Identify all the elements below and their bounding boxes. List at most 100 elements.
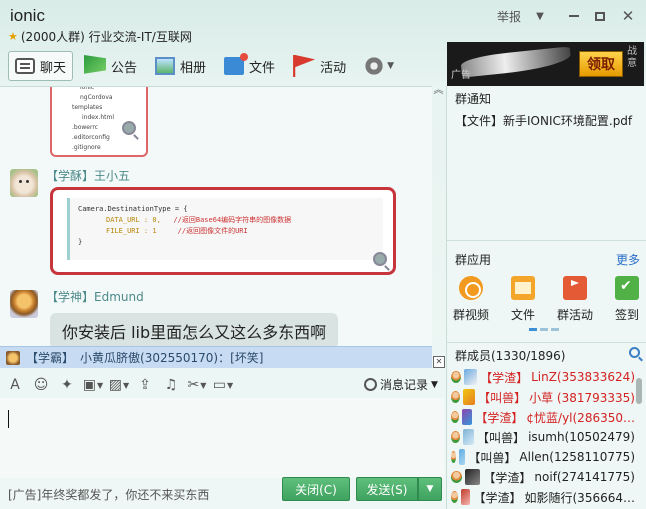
member-status-icon xyxy=(451,431,460,443)
pager-dot[interactable] xyxy=(551,328,559,331)
chat-icon xyxy=(15,58,35,74)
scrollbar-thumb[interactable] xyxy=(636,378,642,404)
ad-tag: 广告 xyxy=(451,70,471,81)
member-level: 【叫兽】 xyxy=(468,450,517,465)
member-row[interactable]: 【学渣】 noif(274141775) xyxy=(447,467,635,487)
avatar[interactable] xyxy=(10,290,38,318)
member-status-icon xyxy=(451,371,461,383)
gift-icon[interactable]: ▣ ▼ xyxy=(82,375,104,395)
sword-graphic xyxy=(460,46,572,78)
code-token: DATA_URL : 0, xyxy=(106,216,161,224)
message-bubble[interactable]: 你安装后 lib里面怎么又这么多东西啊 xyxy=(50,313,339,346)
group-description: (2000人群) 行业交流-IT/互联网 xyxy=(20,30,192,44)
member-status-icon xyxy=(451,491,459,503)
message-sender[interactable]: 【学酥】王小五 xyxy=(46,167,130,184)
app-group-video[interactable]: 群视频 xyxy=(451,276,491,323)
tab-files-label: 文件 xyxy=(249,60,276,76)
pager-dot[interactable] xyxy=(529,328,537,331)
members-section-title: 群成员(1330/1896) xyxy=(455,349,566,363)
event-flag-icon xyxy=(293,55,316,77)
avatar xyxy=(461,409,473,425)
image-icon[interactable]: ▨ ▼ xyxy=(108,375,130,395)
send-button[interactable]: 发送(S) xyxy=(356,477,418,501)
tab-notice-label: 公告 xyxy=(111,60,138,76)
magic-wand-icon[interactable]: ✦ xyxy=(56,375,78,395)
tab-album[interactable]: 相册 xyxy=(148,51,213,81)
member-status-icon xyxy=(451,411,459,423)
report-button[interactable]: 举报 xyxy=(494,6,524,26)
member-list[interactable]: 【学渣】 LinZ(353833624) 【叫兽】 小草 (381793335) 【… xyxy=(447,367,635,507)
app-label: 群活动 xyxy=(556,308,593,322)
search-icon[interactable] xyxy=(629,347,640,358)
pager-dot[interactable] xyxy=(540,328,548,331)
tab-events[interactable]: 活动 xyxy=(286,51,353,81)
avatar xyxy=(465,469,481,485)
minimize-button[interactable] xyxy=(566,6,582,26)
code-line: Camera.DestinationType = { xyxy=(78,205,188,213)
tab-chat[interactable]: 聊天 xyxy=(8,51,74,81)
member-level: 【学渣】 xyxy=(483,470,532,485)
avatar[interactable] xyxy=(10,169,38,197)
member-row[interactable]: 【学渣】 如影随行(356664… xyxy=(447,487,635,507)
close-window-button[interactable]: ✕ xyxy=(620,6,636,26)
more-icon[interactable]: ▭ ▼ xyxy=(212,375,234,395)
message-list[interactable]: ionic ngCordova templates index.html .bo… xyxy=(0,86,432,346)
member-row[interactable]: 【学渣】 LinZ(353833624) xyxy=(447,367,635,387)
member-row[interactable]: 【叫兽】 小草 (381793335) xyxy=(447,387,635,407)
sender-name: Edmund xyxy=(94,290,144,304)
apps-more-link[interactable]: 更多 xyxy=(616,251,640,268)
member-level: 【学渣】 xyxy=(473,490,522,505)
message-sender[interactable]: 【学神】Edmund xyxy=(46,288,144,305)
member-status-icon xyxy=(451,391,461,403)
close-button[interactable]: 关闭(C) xyxy=(282,477,350,501)
code-image-attachment[interactable]: Camera.DestinationType = { DATA_URL : 0,… xyxy=(50,187,396,275)
code-line: DATA_URL : 0, //返回Base64编码字符串的图像数据 xyxy=(78,215,375,226)
member-name: 小草 (381793335) xyxy=(529,390,635,405)
ad-claim-button[interactable]: 领取 xyxy=(579,51,623,77)
notice-level: 【学霸】 xyxy=(26,351,75,365)
member-level: 【叫兽】 xyxy=(478,390,527,405)
app-checkin[interactable]: 签到 xyxy=(607,276,646,323)
zoom-icon[interactable] xyxy=(373,252,387,266)
message-input[interactable] xyxy=(0,398,444,478)
font-icon[interactable]: A xyxy=(4,375,26,395)
music-icon[interactable]: ♫ xyxy=(160,375,182,395)
emoji-icon[interactable]: ☺ xyxy=(30,375,52,395)
file-tree-item: .gitignore xyxy=(72,144,101,151)
notice-close-icon[interactable]: ✕ xyxy=(433,356,445,368)
apps-pager[interactable] xyxy=(529,328,559,331)
collapse-panel-icon[interactable]: ︽ xyxy=(432,86,445,98)
history-label: 消息记录 xyxy=(380,378,429,392)
maximize-button[interactable] xyxy=(592,6,608,26)
member-name: ¢忧蓝/yl(286350… xyxy=(526,410,635,425)
settings-menu[interactable]: ▼ xyxy=(357,51,401,81)
new-message-notice[interactable]: 【学霸】 小黄瓜脐傲(302550170)：[坏笑] xyxy=(0,346,432,368)
member-name: noif(274141775) xyxy=(534,470,635,484)
bottom-advertisement[interactable]: [广告]年终奖都发了，你还不来买东西 xyxy=(8,486,209,503)
file-tree-item: templates xyxy=(72,104,103,111)
image-attachment[interactable]: ionic ngCordova templates index.html .bo… xyxy=(50,87,148,157)
app-group-events[interactable]: 群活动 xyxy=(555,276,595,323)
zoom-icon[interactable] xyxy=(122,121,136,135)
minimize-icon xyxy=(569,15,579,17)
top-advertisement[interactable]: 广告 领取 战意 xyxy=(447,42,644,86)
tab-notice[interactable]: 公告 xyxy=(77,51,144,81)
group-toolbar: 聊天 公告 相册 文件 活动 ▼ xyxy=(8,50,405,82)
scissors-icon[interactable]: ✂ ▼ xyxy=(186,375,208,395)
tab-files[interactable]: 文件 xyxy=(217,51,282,81)
member-row[interactable]: 【学渣】 ¢忧蓝/yl(286350… xyxy=(447,407,635,427)
code-line: FILE_URI : 1 //返回图像文件的URI xyxy=(78,226,375,237)
member-level: 【叫兽】 xyxy=(477,430,526,445)
menu-dropdown-icon[interactable]: ▼ xyxy=(532,6,548,26)
member-row[interactable]: 【叫兽】 Allen(1258110775) xyxy=(447,447,635,467)
member-row[interactable]: 【叫兽】 isumh(10502479) xyxy=(447,427,635,447)
message-history-button[interactable]: 消息记录 ▼ xyxy=(364,376,438,393)
notice-item[interactable]: 【文件】新手IONIC环境配置.pdf xyxy=(455,112,632,129)
send-options-button[interactable]: ▼ xyxy=(418,477,442,501)
upload-icon[interactable]: ⇪ xyxy=(134,375,156,395)
input-toolbar: A ☺ ✦ ▣ ▼ ▨ ▼ ⇪ ♫ ✂ ▼ ▭ ▼ xyxy=(4,374,234,396)
file-icon xyxy=(511,276,535,300)
avatar xyxy=(463,369,478,385)
app-files[interactable]: 文件 xyxy=(503,276,543,323)
member-name: LinZ(353833624) xyxy=(531,370,635,384)
